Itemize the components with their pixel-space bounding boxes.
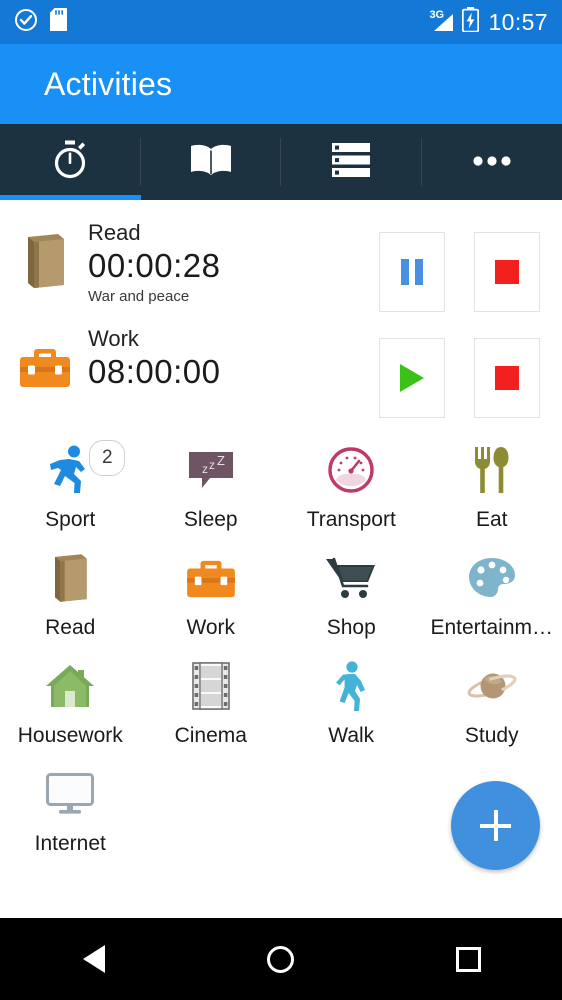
list-icon [332, 142, 371, 182]
activity-cell-work[interactable]: Work [141, 542, 282, 650]
play-icon [400, 364, 424, 392]
activity-label: Entertainm… [430, 616, 554, 639]
tab-timer[interactable] [0, 124, 141, 200]
running-activity-info: Read 00:00:28 War and peace [76, 214, 379, 305]
overflow-dots-icon [473, 153, 511, 171]
palette-icon [467, 552, 517, 604]
running-activity-name: Read [88, 220, 141, 245]
add-activity-fab[interactable] [451, 781, 540, 870]
stop-button[interactable] [474, 232, 540, 312]
activity-cell-sleep[interactable]: z z Z Sleep [141, 434, 282, 542]
running-activity-info: Work 08:00:00 [76, 320, 379, 391]
activity-label: Read [45, 616, 96, 639]
runner-icon: 2 [47, 440, 126, 496]
svg-text:Z: Z [217, 453, 225, 468]
activity-label: Internet [34, 832, 106, 855]
activity-cell-shop[interactable]: Shop [281, 542, 422, 650]
play-button[interactable] [379, 338, 445, 418]
stop-icon [495, 366, 519, 390]
battery-charging-icon [462, 7, 480, 37]
signal-3g-icon: 3G [427, 9, 454, 33]
activity-cell-read[interactable]: Read [0, 542, 141, 650]
activity-cell-walk[interactable]: Walk [281, 650, 422, 758]
running-activity-name: Work [88, 326, 139, 351]
running-activity-time: 08:00:00 [88, 352, 221, 390]
activity-cell-study[interactable]: Study [422, 650, 562, 758]
film-strip-icon [191, 660, 230, 712]
svg-text:z: z [209, 458, 215, 472]
running-activity-time: 00:00:28 [88, 246, 221, 284]
nav-recents-button[interactable] [375, 946, 562, 972]
activity-cell-cinema[interactable]: Cinema [141, 650, 282, 758]
running-activity-actions [379, 214, 540, 312]
toolbox-icon [14, 336, 76, 398]
activity-cell-internet[interactable]: Internet [0, 758, 141, 866]
running-activity-actions [379, 320, 540, 418]
activity-label: Eat [475, 508, 508, 531]
running-activity-row[interactable]: Read 00:00:28 War and peace [0, 210, 562, 316]
recents-square-icon [455, 946, 481, 972]
activity-label: Sleep [183, 508, 238, 531]
plus-icon-vertical [493, 810, 498, 841]
clock-check-icon [14, 8, 38, 37]
tab-bar [0, 124, 562, 200]
pause-button[interactable] [379, 232, 445, 312]
activity-label: Walk [328, 724, 375, 747]
activity-badge: 2 [89, 440, 126, 476]
walking-icon [333, 660, 369, 712]
activity-cell-housework[interactable]: Housework [0, 650, 141, 758]
stopwatch-icon [51, 140, 89, 185]
nav-back-button[interactable] [0, 945, 187, 973]
book-icon [189, 142, 233, 183]
home-circle-icon [267, 945, 295, 973]
running-activities-list: Read 00:00:28 War and peace Work 08:00:0… [0, 200, 562, 422]
tab-more[interactable] [422, 124, 562, 200]
running-activity-subtitle: War and peace [88, 288, 190, 306]
running-activity-row[interactable]: Work 08:00:00 [0, 316, 562, 422]
status-bar: 3G 10:57 [0, 0, 562, 44]
status-bar-left [14, 8, 67, 37]
tab-active-indicator [0, 195, 141, 200]
activity-cell-sport[interactable]: 2 Sport [0, 434, 141, 542]
stop-icon [495, 260, 519, 284]
svg-text:z: z [202, 462, 208, 476]
sleep-zzz-icon: z z Z [187, 444, 235, 496]
tab-list[interactable] [281, 124, 422, 200]
status-clock: 10:57 [488, 8, 548, 35]
back-triangle-icon [82, 945, 105, 973]
speedometer-icon [327, 444, 375, 496]
monitor-icon [46, 768, 95, 820]
stop-button[interactable] [474, 338, 540, 418]
activity-label: Study [464, 724, 519, 747]
activity-label: Cinema [174, 724, 247, 747]
cutlery-icon [471, 444, 513, 496]
status-bar-right: 3G 10:57 [427, 7, 548, 37]
pause-icon [401, 259, 423, 285]
activity-label: Sport [45, 508, 96, 531]
nav-home-button[interactable] [187, 945, 374, 973]
signal-bars-icon [434, 14, 454, 31]
toolbox-icon [186, 552, 236, 604]
planet-icon [466, 660, 518, 712]
sd-card-icon [50, 8, 67, 36]
android-nav-bar [0, 918, 562, 1000]
app-bar: Activities [0, 44, 562, 124]
activity-cell-transport[interactable]: Transport [281, 434, 422, 542]
tab-journal[interactable] [141, 124, 281, 200]
page-title: Activities [44, 65, 173, 102]
house-icon [45, 660, 95, 712]
activity-label: Housework [17, 724, 123, 747]
book-icon [14, 230, 76, 292]
activity-label: Transport [306, 508, 396, 531]
activity-label: Work [186, 616, 236, 639]
activity-cell-entertainment[interactable]: Entertainm… [422, 542, 562, 650]
activity-label: Shop [326, 616, 376, 639]
activity-cell-eat[interactable]: Eat [422, 434, 562, 542]
book-icon [48, 552, 92, 604]
shopping-cart-icon [325, 552, 377, 604]
